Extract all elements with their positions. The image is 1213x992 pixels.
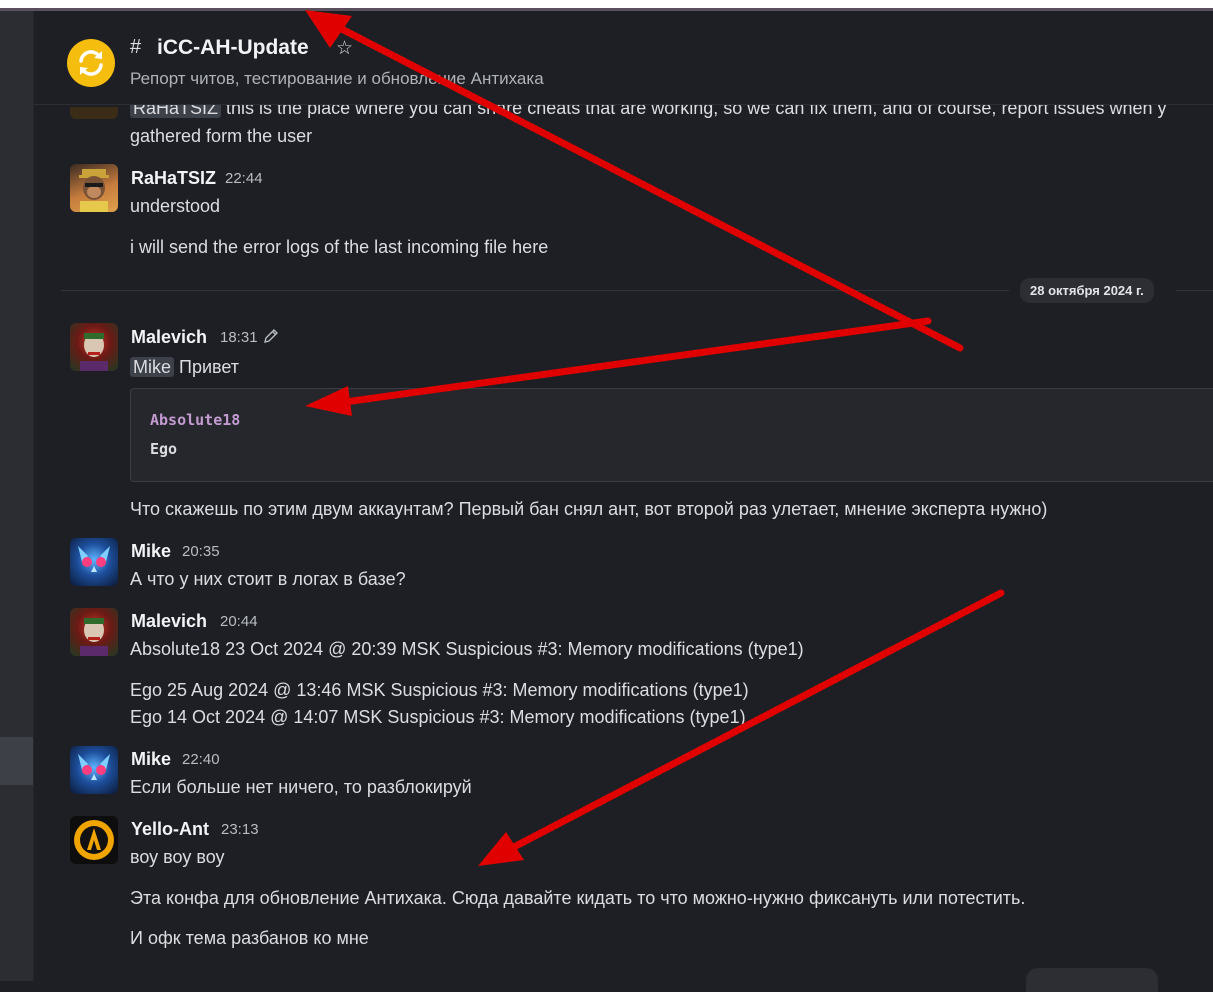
joker-avatar-icon	[80, 618, 108, 656]
message-author[interactable]: Malevich	[131, 327, 207, 348]
message-text: Ego 25 Aug 2024 @ 13:46 MSK Suspicious #…	[130, 680, 749, 700]
joker-avatar-icon	[80, 333, 108, 371]
date-divider-line	[61, 290, 1009, 291]
date-divider-partial	[1026, 968, 1158, 992]
channel-hash-icon: #	[130, 36, 142, 58]
channel-header: # iCC-AH-Update ☆ Репорт читов, тестиров…	[34, 11, 1213, 105]
avatar[interactable]	[70, 164, 118, 212]
avatar[interactable]	[70, 816, 118, 864]
chat-main: # iCC-AH-Update ☆ Репорт читов, тестиров…	[34, 11, 1213, 992]
avatar[interactable]	[70, 323, 118, 371]
code-block-line: Absolute18	[150, 411, 241, 429]
window-top-edge	[0, 0, 1213, 8]
favorite-star-icon[interactable]: ☆	[336, 37, 353, 60]
edited-pencil-icon	[264, 329, 278, 343]
message-text: Что скажешь по этим двум аккаунтам? Перв…	[130, 499, 1048, 519]
channel-title: iCC-AH-Update	[157, 36, 309, 59]
code-block: Absolute18 Ego	[130, 388, 1213, 482]
channel-description: Репорт читов, тестирование и обновление …	[130, 69, 544, 88]
message-text: воу воу воу	[130, 847, 225, 867]
message-time: 20:44	[220, 613, 258, 630]
message-text: А что у них стоит в логах в базе?	[130, 569, 406, 589]
message-text: Ego 14 Oct 2024 @ 14:07 MSK Suspicious #…	[130, 707, 746, 727]
sidebar-selected-item[interactable]	[0, 737, 33, 785]
message-text: i will send the error logs of the last i…	[130, 237, 549, 257]
avatar[interactable]	[70, 107, 118, 119]
message-author[interactable]: Malevich	[131, 611, 207, 632]
message-text: Mike Привет	[130, 357, 239, 378]
message-time: 20:35	[182, 543, 220, 560]
message-time: 22:44	[225, 170, 263, 187]
message-time: 18:31	[220, 329, 258, 346]
avatar[interactable]	[70, 746, 118, 794]
message-text: understood	[130, 196, 221, 216]
avatar[interactable]	[70, 538, 118, 586]
message-text: gathered form the user	[130, 126, 313, 146]
message-text: Если больше нет ничего, то разблокируй	[130, 777, 472, 797]
message-author[interactable]: Yello-Ant	[131, 819, 209, 840]
channel-logo[interactable]	[67, 39, 115, 87]
message-time: 23:13	[221, 821, 259, 838]
message-author[interactable]: RaHaTSIZ	[131, 168, 216, 189]
left-sidebar	[0, 11, 34, 981]
message-text: Эта конфа для обновление Антихака. Сюда …	[130, 888, 1026, 908]
message-text-continued: Привет	[174, 357, 240, 377]
message-text: Absolute18 23 Oct 2024 @ 20:39 MSK Suspi…	[130, 639, 804, 659]
message-time: 22:40	[182, 751, 220, 768]
avatar[interactable]	[70, 608, 118, 656]
message-text: И офк тема разбанов ко мне	[130, 928, 369, 948]
owl-avatar-icon	[78, 754, 110, 780]
monkey-avatar-icon	[79, 169, 109, 212]
message-author[interactable]: Mike	[131, 541, 171, 562]
user-mention[interactable]: Mike	[130, 357, 175, 377]
message-author[interactable]: Mike	[131, 749, 171, 770]
sync-icon	[79, 50, 103, 76]
date-divider-line	[1176, 290, 1213, 291]
code-block-line: Ego	[150, 440, 178, 458]
date-divider: 28 октября 2024 г.	[1020, 278, 1154, 303]
owl-avatar-icon	[78, 546, 110, 572]
vault-logo-icon	[74, 820, 114, 860]
